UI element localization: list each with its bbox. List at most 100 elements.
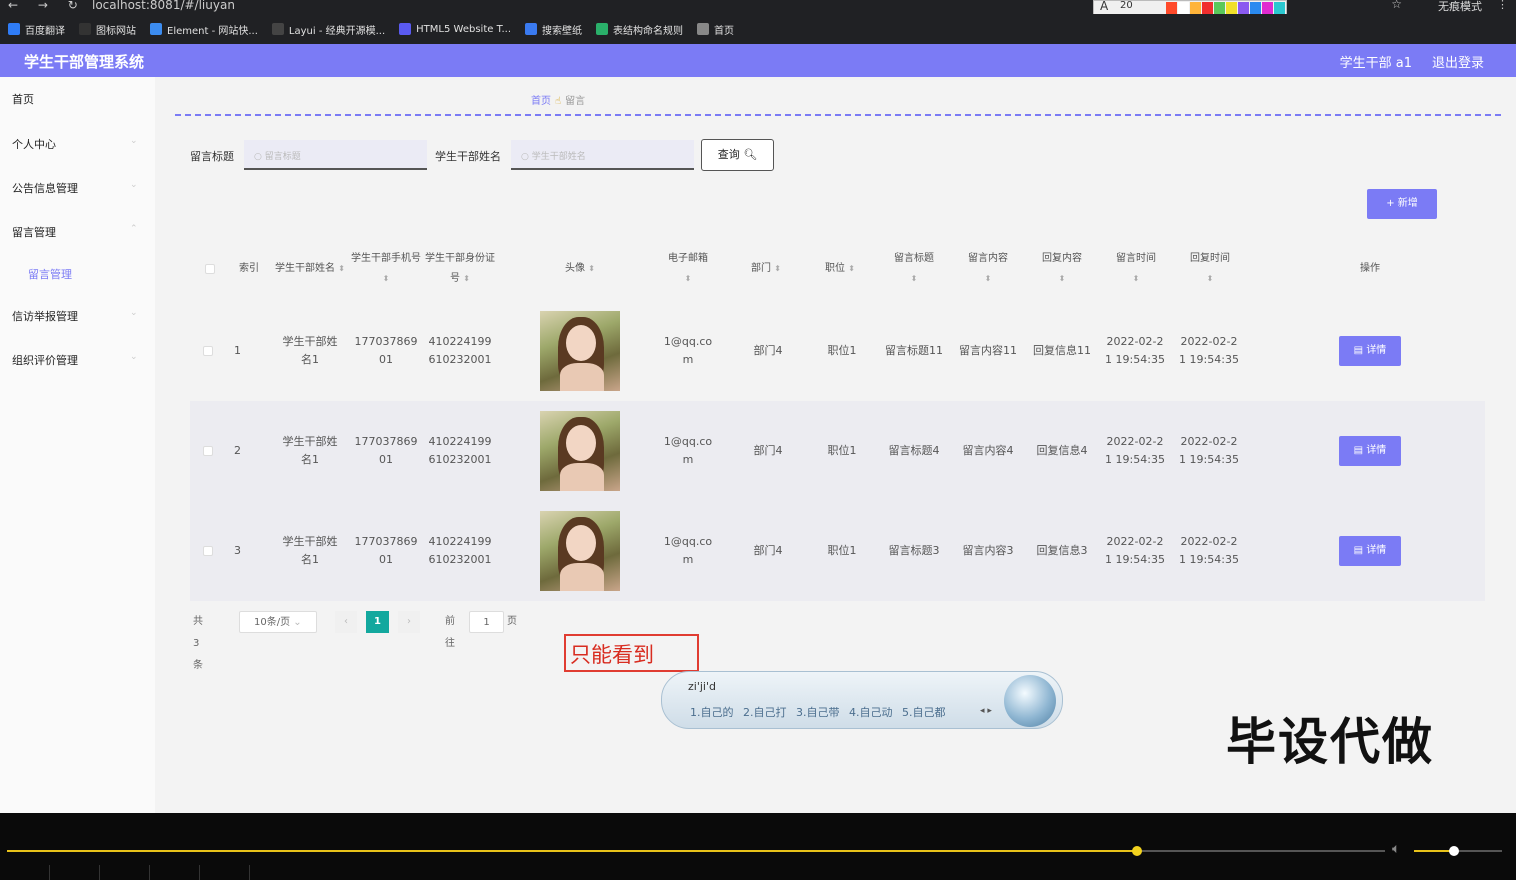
sort-icon[interactable]: ⬍	[463, 274, 470, 283]
sort-icon[interactable]: ⬍	[848, 264, 855, 273]
col-header-dept[interactable]: 部门 ⬍	[736, 237, 796, 301]
ime-candidates[interactable]: 1.自己的 2.自己打 3.自己带 4.自己动 5.自己都	[690, 704, 945, 720]
sort-icon[interactable]: ⬍	[338, 264, 345, 273]
col-header-idcard[interactable]: 学生干部身份证号 ⬍	[424, 237, 496, 301]
avatar[interactable]	[540, 511, 620, 591]
sort-icon[interactable]: ⬍	[985, 274, 992, 283]
row-checkbox[interactable]	[203, 346, 213, 356]
volume-bar[interactable]	[1414, 850, 1454, 852]
cell-msg-content: 留言内容11	[958, 301, 1018, 401]
progress-bar[interactable]	[7, 850, 1137, 852]
next-page-button[interactable]: ›	[398, 611, 420, 633]
ime-page-arrows[interactable]: ◂ ▸	[980, 706, 992, 716]
volume-bar-remaining[interactable]	[1453, 850, 1502, 852]
col-header-avatar[interactable]: 头像 ⬍	[530, 237, 630, 301]
cell-idcard: 410224199610232001	[428, 401, 492, 501]
hand-icon: ☝	[555, 96, 562, 107]
chevron-down-icon: ⌄	[130, 136, 138, 146]
name-search-input[interactable]: ○ 学生干部姓名	[511, 140, 694, 170]
sidebar-item-messages[interactable]: 留言管理 ⌃	[12, 224, 138, 240]
cell-text: 学生干部姓名1	[282, 335, 338, 366]
bookmark-item[interactable]: 表结构命名规则	[596, 22, 683, 37]
bookmark-item[interactable]: HTML5 Website T...	[399, 23, 511, 35]
col-header-label: 操作	[1360, 263, 1380, 274]
bookmark-item[interactable]: 图标网站	[79, 22, 136, 37]
sidebar-item-home[interactable]: 首页	[12, 91, 34, 107]
cell-text: 1@qq.com	[663, 435, 713, 466]
col-header-label: 职位	[825, 263, 846, 274]
detail-button[interactable]: ▤ 详情	[1339, 436, 1401, 466]
bookmark-item[interactable]: 首页	[697, 22, 734, 37]
sidebar-item-evaluations[interactable]: 组织评价管理 ⌄	[12, 352, 138, 368]
ime-candidate-window[interactable]: zi'ji'd 1.自己的 2.自己打 3.自己带 4.自己动 5.自己都 ◂ …	[661, 671, 1063, 729]
add-button[interactable]: + 新增	[1367, 189, 1437, 219]
title-search-input[interactable]: ○ 留言标题	[244, 140, 427, 170]
bookmark-item[interactable]: Element - 网站快...	[150, 22, 258, 37]
page-number-current[interactable]: 1	[366, 611, 389, 633]
cell-text: 1@qq.com	[663, 335, 713, 366]
select-all-checkbox[interactable]	[205, 264, 215, 274]
page-size-select[interactable]: 10条/页 ⌄	[239, 611, 317, 633]
sidebar-item-profile[interactable]: 个人中心 ⌄	[12, 136, 138, 152]
sort-icon[interactable]: ⬍	[1207, 274, 1214, 283]
col-header-reply[interactable]: 回复内容 ⬍	[1032, 237, 1092, 301]
col-header-msg-title[interactable]: 留言标题 ⬍	[884, 237, 944, 301]
col-header-post[interactable]: 职位 ⬍	[810, 237, 870, 301]
cell-avatar	[538, 501, 622, 601]
sort-icon[interactable]: ⬍	[1133, 274, 1140, 283]
col-header-email[interactable]: 电子邮箱 ⬍	[660, 237, 716, 301]
address-bar[interactable]: localhost:8081/#/liuyan	[92, 0, 235, 12]
chevron-down-icon: ⌄	[130, 180, 138, 190]
font-size-value[interactable]: 20	[1120, 0, 1133, 11]
cell-text: 部门4	[753, 544, 783, 557]
sort-icon[interactable]: ⬍	[588, 264, 595, 273]
detail-button[interactable]: ▤ 详情	[1339, 336, 1401, 366]
cell-idcard: 410224199610232001	[428, 301, 492, 401]
avatar[interactable]	[540, 411, 620, 491]
cell-reply-time: 2022-02-21 19:54:35	[1178, 401, 1240, 501]
progress-bar-remaining[interactable]	[1136, 850, 1385, 852]
cell-msg-title: 留言标题11	[884, 301, 944, 401]
breadcrumb-home[interactable]: 首页	[531, 96, 551, 107]
row-checkbox[interactable]	[203, 446, 213, 456]
col-header-phone[interactable]: 学生干部手机号 ⬍	[350, 237, 422, 301]
title-search-label: 留言标题	[190, 150, 234, 163]
sort-icon[interactable]: ⬍	[685, 274, 692, 283]
col-header-msg-content[interactable]: 留言内容 ⬍	[958, 237, 1018, 301]
col-header-msg-time[interactable]: 留言时间 ⬍	[1106, 237, 1166, 301]
bookmark-item[interactable]: Layui - 经典开源模...	[271, 22, 385, 37]
bookmark-item[interactable]: 百度翻译	[8, 22, 65, 37]
browser-menu-icon[interactable]: ⋮	[1497, 0, 1508, 11]
goto-page-input[interactable]: 1	[469, 611, 504, 633]
sort-icon[interactable]: ⬍	[911, 274, 918, 283]
browser-nav-icons[interactable]: ← → ↻	[8, 0, 86, 12]
volume-handle[interactable]	[1448, 846, 1459, 856]
sidebar-subitem-messages[interactable]: 留言管理	[28, 266, 72, 282]
detail-button[interactable]: ▤ 详情	[1339, 536, 1401, 566]
logout-link[interactable]: 退出登录	[1432, 52, 1484, 71]
cell-text: 2022-02-21 19:54:35	[1105, 435, 1165, 466]
progress-handle[interactable]	[1131, 846, 1142, 856]
avatar[interactable]	[540, 311, 620, 391]
cell-index: 1	[234, 301, 254, 401]
prev-page-button[interactable]: ‹	[335, 611, 357, 633]
bookmark-item[interactable]: 搜索壁纸	[525, 22, 582, 37]
sort-icon[interactable]: ⬍	[383, 274, 390, 283]
name-search-label: 学生干部姓名	[435, 150, 501, 163]
sort-icon[interactable]: ⬍	[774, 264, 781, 273]
sidebar-item-petitions[interactable]: 信访举报管理 ⌄	[12, 308, 138, 324]
col-header-name[interactable]: 学生干部姓名 ⬍	[274, 237, 346, 301]
bookmark-star-icon[interactable]: ☆	[1391, 0, 1402, 11]
breadcrumb-current: 留言	[565, 96, 586, 107]
bookmark-label: 表结构命名规则	[613, 25, 684, 37]
bookmark-icon	[271, 23, 284, 35]
query-button[interactable]: 查询 🔍︎	[701, 139, 774, 171]
volume-icon[interactable]: 🔈︎	[1392, 841, 1400, 857]
row-checkbox[interactable]	[203, 546, 213, 556]
col-header-reply-time[interactable]: 回复时间 ⬍	[1180, 237, 1240, 301]
sidebar-item-notices[interactable]: 公告信息管理 ⌄	[12, 180, 138, 196]
goto-label: 前往	[445, 616, 455, 649]
sort-icon[interactable]: ⬍	[1059, 274, 1066, 283]
col-header-label: 回复内容	[1042, 253, 1082, 264]
font-icon[interactable]: A	[1100, 0, 1108, 13]
